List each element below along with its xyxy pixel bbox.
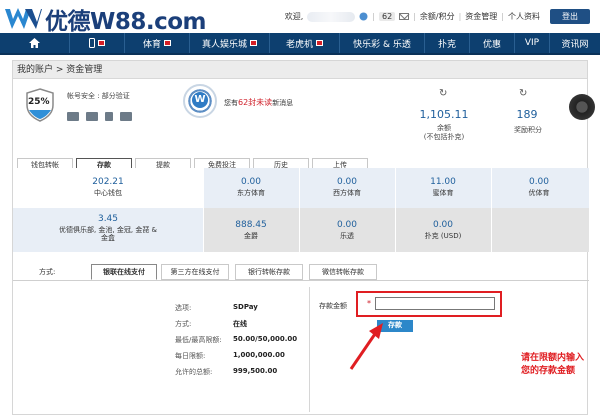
bank-card-icon[interactable]	[86, 112, 98, 121]
wallet-lottery: 0.00 乐透	[336, 220, 358, 240]
annotation-note: 请在限额内输入您的存款金额	[521, 353, 585, 376]
unread-messages[interactable]: 您有62封未读新消息	[224, 97, 293, 108]
annotation-arrow-icon	[349, 323, 383, 370]
new-flag-icon	[98, 40, 105, 46]
points-value: 189	[516, 108, 538, 121]
annotation-highlight-box	[356, 291, 502, 317]
nav-sports[interactable]: 体育	[125, 33, 190, 53]
detail-label-daily: 每日限额:	[175, 352, 206, 360]
w88-logo-icon	[5, 8, 42, 29]
balance-value: 1,105.11	[419, 108, 469, 121]
deposit-method-bar: 方式: 银联在线支付 第三方在线支付 银行转帐存款 微信转帐存款	[13, 261, 589, 281]
brand-logo[interactable]: 优德W88.com	[4, 2, 207, 36]
home-icon	[29, 38, 40, 48]
header-link-profile[interactable]: 个人资料	[508, 11, 540, 22]
security-label: 帐号安全 : 部分验证	[67, 92, 130, 100]
member-badge-icon	[359, 12, 368, 21]
nav-live-casino[interactable]: 真人娱乐城	[190, 33, 270, 53]
id-card-icon[interactable]	[67, 112, 79, 121]
nav-promotions[interactable]: 优惠	[470, 33, 515, 53]
wallet-central: 202.21 中心钱包	[13, 168, 203, 208]
mail-icon[interactable]	[399, 13, 410, 20]
wallet-you-sports: 0.00 优体育	[528, 177, 550, 197]
nav-vip[interactable]: VIP	[515, 33, 550, 53]
verification-icons	[67, 112, 132, 121]
avatar[interactable]: W	[183, 84, 217, 118]
breadcrumb: 我的账户 > 资金管理	[13, 61, 587, 79]
welcome-text: 欢迎,	[284, 12, 304, 21]
nav-mobile[interactable]	[70, 33, 125, 53]
detail-value-mode: 在线	[233, 320, 247, 328]
method-bank-transfer[interactable]: 银行转帐存款	[235, 264, 303, 280]
wallet-grid: 202.21 中心钱包 0.00 东方体育 0.00 西方体育 11.00 蜜体育 0.…	[13, 168, 589, 256]
detail-value-limits: 50.00/50,000.00	[233, 335, 298, 343]
main-nav: 体育 真人娱乐城 老虎机 快乐彩 & 乐透 扑克 优惠 VIP 资讯网	[0, 33, 600, 55]
wallet-jinjue: 888.45 金爵	[235, 220, 267, 240]
method-third-party[interactable]: 第三方在线支付	[161, 264, 229, 280]
detail-value-allowed: 999,500.00	[233, 367, 278, 375]
amount-label: 存款金额	[319, 302, 347, 310]
user-bar: 欢迎, | 62 | 余额/积分 | 资金管理 | 个人资料 登出	[285, 9, 590, 24]
top-header: 优德W88.com 欢迎, | 62 | 余额/积分 | 资金管理 | 个人资料…	[0, 0, 600, 35]
detail-value-option: SDPay	[233, 303, 258, 311]
detail-label-mode: 方式:	[175, 320, 192, 328]
detail-label-option: 选项:	[175, 304, 192, 312]
phone-icon[interactable]	[105, 112, 113, 121]
nav-poker[interactable]: 扑克	[425, 33, 470, 53]
new-flag-icon	[164, 40, 171, 46]
nav-news[interactable]: 资讯网	[550, 33, 600, 53]
balance-label: 余额 (不包括扑克)	[423, 124, 465, 141]
account-panel: 我的账户 > 资金管理 25% 帐号安全 : 部分验证 W 您有62封未读新消息…	[12, 60, 595, 415]
email-icon[interactable]	[120, 112, 132, 121]
w-logo-icon: W	[192, 92, 208, 108]
wallet-east-sports: 0.00 东方体育	[237, 177, 265, 197]
nav-home[interactable]	[0, 33, 70, 53]
nav-slots[interactable]: 老虎机	[270, 33, 340, 53]
account-summary: 25% 帐号安全 : 部分验证 W 您有62封未读新消息 ↻ 1,105.11 …	[13, 80, 595, 173]
username-redacted	[307, 11, 356, 22]
form-divider	[309, 287, 310, 412]
header-link-balance[interactable]: 余额/积分	[420, 11, 455, 22]
message-count[interactable]: 62	[379, 12, 396, 21]
method-wechat-transfer[interactable]: 微信转帐存款	[309, 264, 377, 280]
wallet-mi-sports: 11.00 蜜体育	[430, 177, 456, 197]
detail-value-daily: 1,000,000.00	[233, 351, 285, 359]
points-label: 奖励积分	[514, 126, 542, 134]
security-percent: 25%	[28, 97, 50, 107]
header-link-funds[interactable]: 资金管理	[465, 11, 497, 22]
refresh-points-icon[interactable]: ↻	[519, 88, 527, 99]
new-flag-icon	[250, 40, 257, 46]
wallet-club: 3.45 优德俱乐部, 金池, 金冠, 金琵 & 金盒	[13, 208, 203, 252]
brand-name: 优德W88.com	[45, 9, 207, 35]
mobile-icon	[89, 38, 95, 48]
method-unionpay[interactable]: 银联在线支付	[91, 264, 157, 280]
nav-lottery[interactable]: 快乐彩 & 乐透	[340, 33, 425, 53]
detail-label-allowed: 允许的总额:	[175, 368, 213, 376]
wallet-west-sports: 0.00 西方体育	[333, 177, 361, 197]
wallet-poker: 0.00 扑克 (USD)	[424, 220, 462, 240]
refresh-balance-icon[interactable]: ↻	[439, 88, 447, 99]
new-flag-icon	[316, 40, 323, 46]
detail-label-limits: 最低/最高限额:	[175, 336, 222, 344]
method-label: 方式:	[39, 268, 56, 276]
vip-medal-icon	[569, 94, 595, 120]
logout-button[interactable]: 登出	[550, 9, 590, 24]
